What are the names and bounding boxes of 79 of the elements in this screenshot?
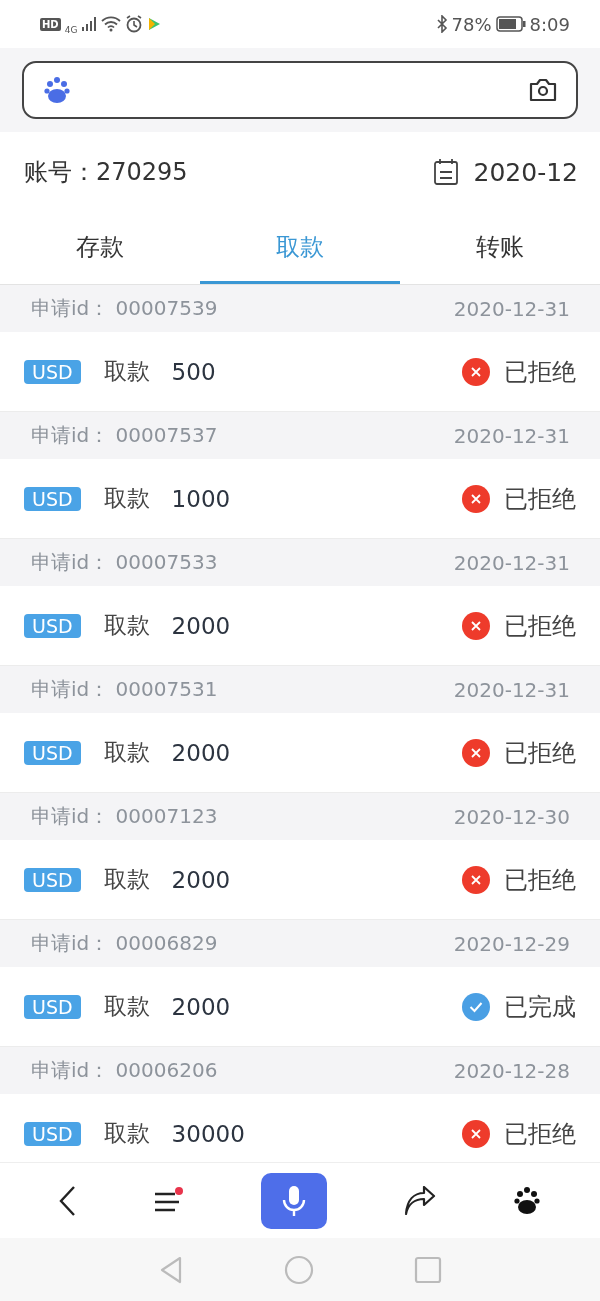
- request-date: 2020-12-28: [453, 1058, 570, 1083]
- check-icon: [462, 992, 490, 1021]
- request-date: 2020-12-31: [453, 423, 570, 448]
- status-text: 已拒绝: [504, 1118, 576, 1150]
- request-id: 申请id： 00007533: [31, 549, 218, 576]
- search-field[interactable]: [22, 61, 578, 119]
- voice-button[interactable]: [261, 1172, 327, 1229]
- currency-tag: USD: [24, 613, 81, 638]
- transaction-type: 取款: [103, 1119, 150, 1148]
- request-id: 申请id： 00007539: [31, 295, 218, 322]
- reject-icon: [462, 611, 490, 640]
- transaction-type: 取款: [103, 484, 150, 513]
- battery-icon: [495, 16, 526, 32]
- transaction-type: 取款: [103, 738, 150, 767]
- record-row[interactable]: USD 取款 2000 已拒绝: [0, 586, 600, 666]
- network-type: 4G: [64, 25, 78, 35]
- transaction-type: 取款: [103, 357, 150, 386]
- currency-tag: USD: [24, 486, 81, 511]
- currency-tag: USD: [24, 740, 81, 765]
- request-date: 2020-12-29: [453, 931, 570, 956]
- reject-icon: [462, 1119, 490, 1148]
- amount: 1000: [171, 485, 231, 512]
- request-id: 申请id： 00007123: [31, 803, 218, 830]
- record-row[interactable]: USD 取款 2000 已拒绝: [0, 840, 600, 920]
- currency-tag: USD: [24, 359, 81, 384]
- transaction-type: 取款: [103, 992, 150, 1021]
- amount: 30000: [171, 1120, 245, 1147]
- currency-tag: USD: [24, 867, 81, 892]
- request-id: 申请id： 00006206: [31, 1057, 218, 1084]
- reject-icon: [462, 357, 490, 386]
- paw-icon: [42, 75, 72, 105]
- status-text: 已拒绝: [504, 610, 576, 642]
- amount: 2000: [171, 612, 231, 639]
- currency-tag: USD: [24, 1121, 81, 1146]
- request-date: 2020-12-31: [453, 550, 570, 575]
- transaction-type: 取款: [103, 865, 150, 894]
- amount: 500: [171, 358, 216, 385]
- bluetooth-icon: [435, 15, 448, 33]
- record-row[interactable]: USD 取款 2000 已拒绝: [0, 713, 600, 793]
- transaction-type: 取款: [103, 611, 150, 640]
- request-id: 申请id： 00007531: [31, 676, 218, 703]
- record-row[interactable]: USD 取款 30000 已拒绝: [0, 1094, 600, 1162]
- camera-icon[interactable]: [528, 76, 558, 104]
- request-id: 申请id： 00007537: [31, 422, 218, 449]
- status-text: 已拒绝: [504, 864, 576, 896]
- clock-time: 8:09: [529, 13, 570, 35]
- hd-badge: HD: [40, 17, 61, 31]
- account-number: 账号：270295: [24, 157, 188, 188]
- reject-icon: [462, 865, 490, 894]
- alarm-icon: [125, 15, 144, 33]
- request-date: 2020-12-31: [453, 296, 570, 321]
- microphone-icon: [281, 1183, 307, 1218]
- status-text: 已完成: [504, 991, 576, 1023]
- currency-tag: USD: [24, 994, 81, 1019]
- status-text: 已拒绝: [504, 737, 576, 769]
- reject-icon: [462, 484, 490, 513]
- share-icon[interactable]: [402, 1185, 437, 1216]
- signal-icon: [81, 16, 98, 32]
- record-row[interactable]: USD 取款 2000 已完成: [0, 967, 600, 1047]
- request-date: 2020-12-31: [453, 677, 570, 702]
- play-icon: [147, 17, 162, 31]
- reject-icon: [462, 738, 490, 767]
- record-row[interactable]: USD 取款 1000 已拒绝: [0, 459, 600, 539]
- status-text: 已拒绝: [504, 483, 576, 515]
- tab[interactable]: 转账: [400, 212, 600, 284]
- status-text: 已拒绝: [504, 356, 576, 388]
- request-date: 2020-12-30: [453, 804, 570, 829]
- request-id: 申请id： 00006829: [31, 930, 218, 957]
- amount: 2000: [171, 993, 231, 1020]
- back-icon[interactable]: [57, 1184, 78, 1217]
- tab[interactable]: 存款: [0, 212, 200, 284]
- amount: 2000: [171, 866, 231, 893]
- battery-percent: 78%: [451, 13, 492, 35]
- calendar-icon: [431, 158, 460, 186]
- amount: 2000: [171, 739, 231, 766]
- paw-icon[interactable]: [512, 1185, 543, 1216]
- wifi-icon: [101, 16, 122, 32]
- month-picker[interactable]: 2020-12: [431, 157, 578, 187]
- record-row[interactable]: USD 取款 500 已拒绝: [0, 332, 600, 412]
